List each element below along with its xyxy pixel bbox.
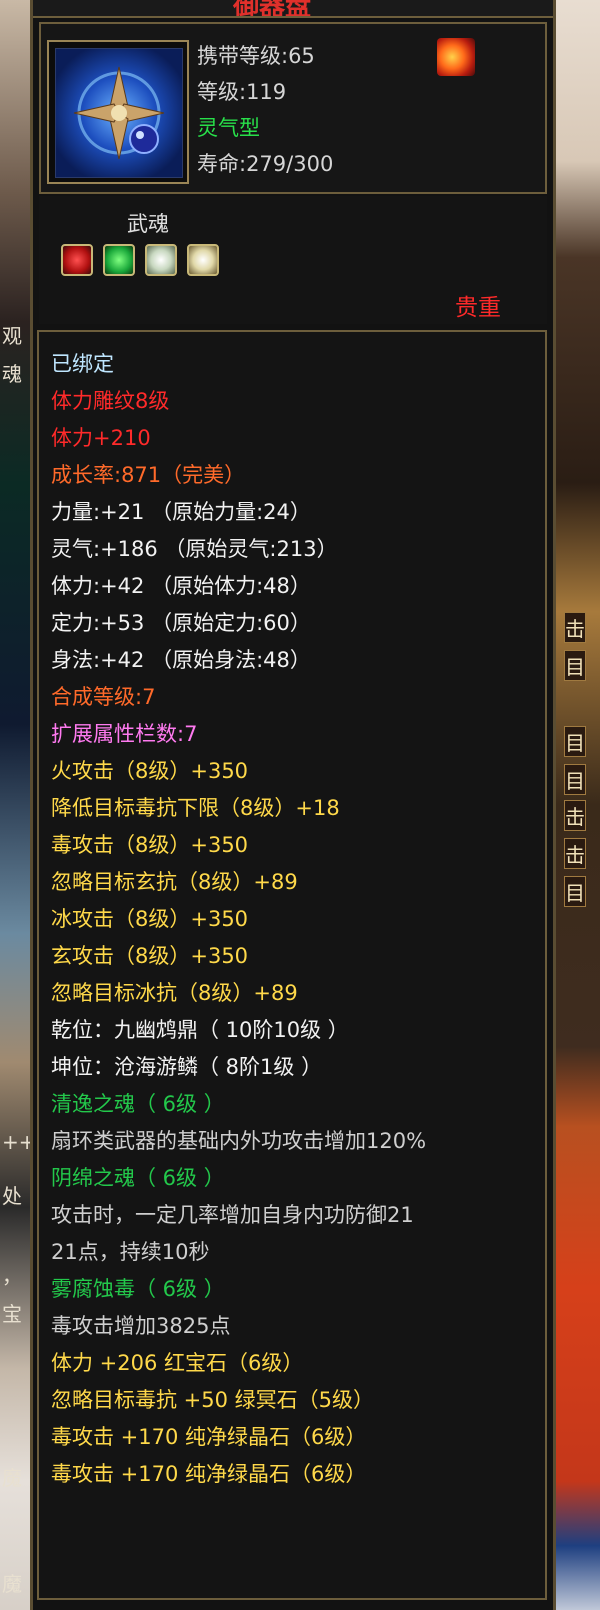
background-button: 击 xyxy=(564,612,586,643)
background-text: 魔 xyxy=(2,1572,22,1596)
extend-slot-count: 扩展属性栏数:7 xyxy=(51,722,198,746)
attribute-line: 火攻击（8级）+350 xyxy=(51,759,249,783)
soul-skill-desc: 21点，持续10秒 xyxy=(51,1240,210,1264)
growth-rate: 成长率:871（完美） xyxy=(51,463,246,487)
attribute-line: 体力雕纹8级 xyxy=(51,389,170,413)
green-gem-icon[interactable] xyxy=(103,244,135,276)
red-gem-icon[interactable] xyxy=(61,244,93,276)
attribute-line: 体力:+42 （原始体力:48） xyxy=(51,574,311,598)
kun-position: 坤位：沧海游鳞（ 8阶1级 ） xyxy=(51,1055,323,1079)
background-button: 击 xyxy=(564,800,586,831)
item-icon-frame xyxy=(47,40,189,184)
qian-position: 乾位：九幽鸩鼎（ 10阶10级 ） xyxy=(51,1018,349,1042)
item-type: 灵气型 xyxy=(197,116,260,140)
attribute-line: 灵气:+186 （原始灵气:213） xyxy=(51,537,338,561)
gem-socket-line: 毒攻击 +170 纯净绿晶石（6级） xyxy=(51,1462,367,1486)
attribute-line: 降低目标毒抗下限（8级）+18 xyxy=(51,796,340,820)
soul-skill-desc: 攻击时，一定几率增加自身内功防御21 xyxy=(51,1203,414,1227)
background-text: 魂 xyxy=(2,362,22,386)
item-attributes: 已绑定 体力雕纹8级 体力+210 成长率:871（完美） 力量:+21 （原始… xyxy=(37,330,547,1600)
fire-emblem-icon xyxy=(437,38,475,76)
background-button: 目 xyxy=(564,726,586,757)
background-button: 目 xyxy=(564,764,586,795)
weapon-soul-title: 武魂 xyxy=(127,212,169,236)
attribute-line: 冰攻击（8级）+350 xyxy=(51,907,249,931)
background-button: 击 xyxy=(564,838,586,869)
item-header: 携带等级:65 等级:119 灵气型 寿命:279/300 xyxy=(39,22,547,194)
background-text: ， xyxy=(2,1264,22,1288)
background-button: 目 xyxy=(564,876,586,907)
soul-skill-name: 阴绵之魂（ 6级 ） xyxy=(51,1166,225,1190)
soul-skill-name: 清逸之魂（ 6级 ） xyxy=(51,1092,225,1116)
weapon-soul-section: 武魂 贵重 xyxy=(39,196,547,324)
attribute-line: 忽略目标玄抗（8级）+89 xyxy=(51,870,298,894)
background-text: 宝 xyxy=(2,1302,22,1326)
bound-status: 已绑定 xyxy=(51,352,114,376)
item-life: 寿命:279/300 xyxy=(197,152,334,176)
attribute-line: 力量:+21 （原始力量:24） xyxy=(51,500,311,524)
attribute-line: 毒攻击（8级）+350 xyxy=(51,833,249,857)
white-gem-icon[interactable] xyxy=(187,244,219,276)
item-level: 等级:119 xyxy=(197,80,287,104)
attribute-line: 身法:+42 （原始身法:48） xyxy=(51,648,311,672)
background-text: 观 xyxy=(2,324,22,348)
shuriken-disc-icon xyxy=(55,48,183,178)
background-button: 目 xyxy=(564,650,586,681)
background-text: 处 xyxy=(2,1184,22,1208)
precious-label: 贵重 xyxy=(455,295,501,321)
item-title-bar: 御器盘 xyxy=(33,0,553,18)
background-scene-left xyxy=(0,0,30,1610)
attribute-line: 忽略目标冰抗（8级）+89 xyxy=(51,981,298,1005)
attribute-line: 体力+210 xyxy=(51,426,151,450)
attribute-line: 定力:+53 （原始定力:60） xyxy=(51,611,311,635)
attribute-line: 玄攻击（8级）+350 xyxy=(51,944,249,968)
soul-skill-desc: 毒攻击增加3825点 xyxy=(51,1314,231,1338)
gem-socket-line: 忽略目标毒抗 +50 绿冥石（5级） xyxy=(51,1388,375,1412)
gem-socket-line: 毒攻击 +170 纯净绿晶石（6级） xyxy=(51,1425,367,1449)
item-title: 御器盘 xyxy=(233,0,312,18)
synthesis-level: 合成等级:7 xyxy=(51,685,156,709)
soul-skill-desc: 扇环类武器的基础内外功攻击增加120% xyxy=(51,1129,427,1153)
item-tooltip-panel: 御器盘 携带等级:65 等级:119 灵气型 寿命:279/300 武魂 贵重 … xyxy=(30,0,556,1610)
soul-skill-name: 雾腐蚀毒（ 6级 ） xyxy=(51,1277,225,1301)
gem-socket-line: 体力 +206 红宝石（6级） xyxy=(51,1351,304,1375)
background-text: 魔 xyxy=(2,1466,22,1490)
white-gem-icon[interactable] xyxy=(145,244,177,276)
carry-level: 携带等级:65 xyxy=(197,44,315,68)
